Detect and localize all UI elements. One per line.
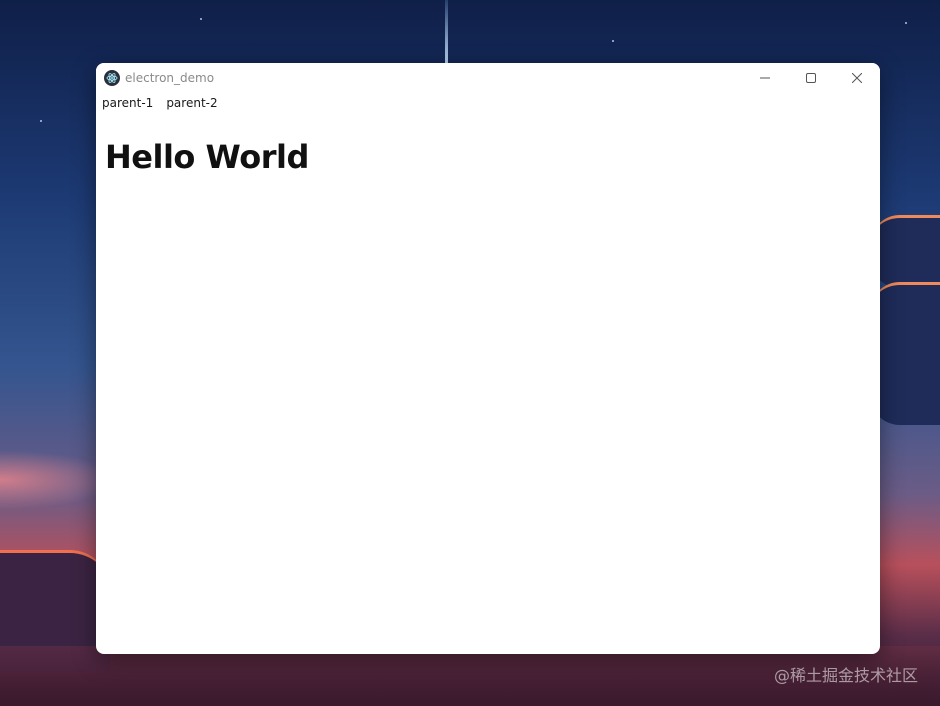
electron-logo-icon <box>104 69 120 86</box>
menu-item-parent-2[interactable]: parent-2 <box>166 96 217 110</box>
page-content: Hello World <box>96 114 880 176</box>
menu-bar: parent-1 parent-2 <box>96 92 880 114</box>
minimize-button[interactable] <box>742 63 788 92</box>
window-title: electron_demo <box>125 70 215 85</box>
title-bar[interactable]: electron_demo <box>96 63 880 92</box>
close-button[interactable] <box>834 63 880 92</box>
desktop: electron_demo parent-1 parent-2 Hello Wo… <box>0 0 940 706</box>
maximize-icon <box>806 72 816 83</box>
star <box>200 18 202 20</box>
page-heading: Hello World <box>105 138 309 176</box>
star <box>612 40 614 42</box>
cloud <box>870 282 940 425</box>
watermark: @稀土掘金技术社区 <box>773 666 918 685</box>
maximize-button[interactable] <box>788 63 834 92</box>
close-icon <box>852 72 862 83</box>
cloud <box>870 215 940 288</box>
app-window: electron_demo parent-1 parent-2 Hello Wo… <box>96 63 880 654</box>
menu-item-parent-1[interactable]: parent-1 <box>102 96 153 110</box>
window-controls <box>742 63 880 92</box>
light-beam <box>445 0 448 64</box>
minimize-icon <box>760 77 770 78</box>
star <box>905 22 907 24</box>
star <box>40 120 42 122</box>
